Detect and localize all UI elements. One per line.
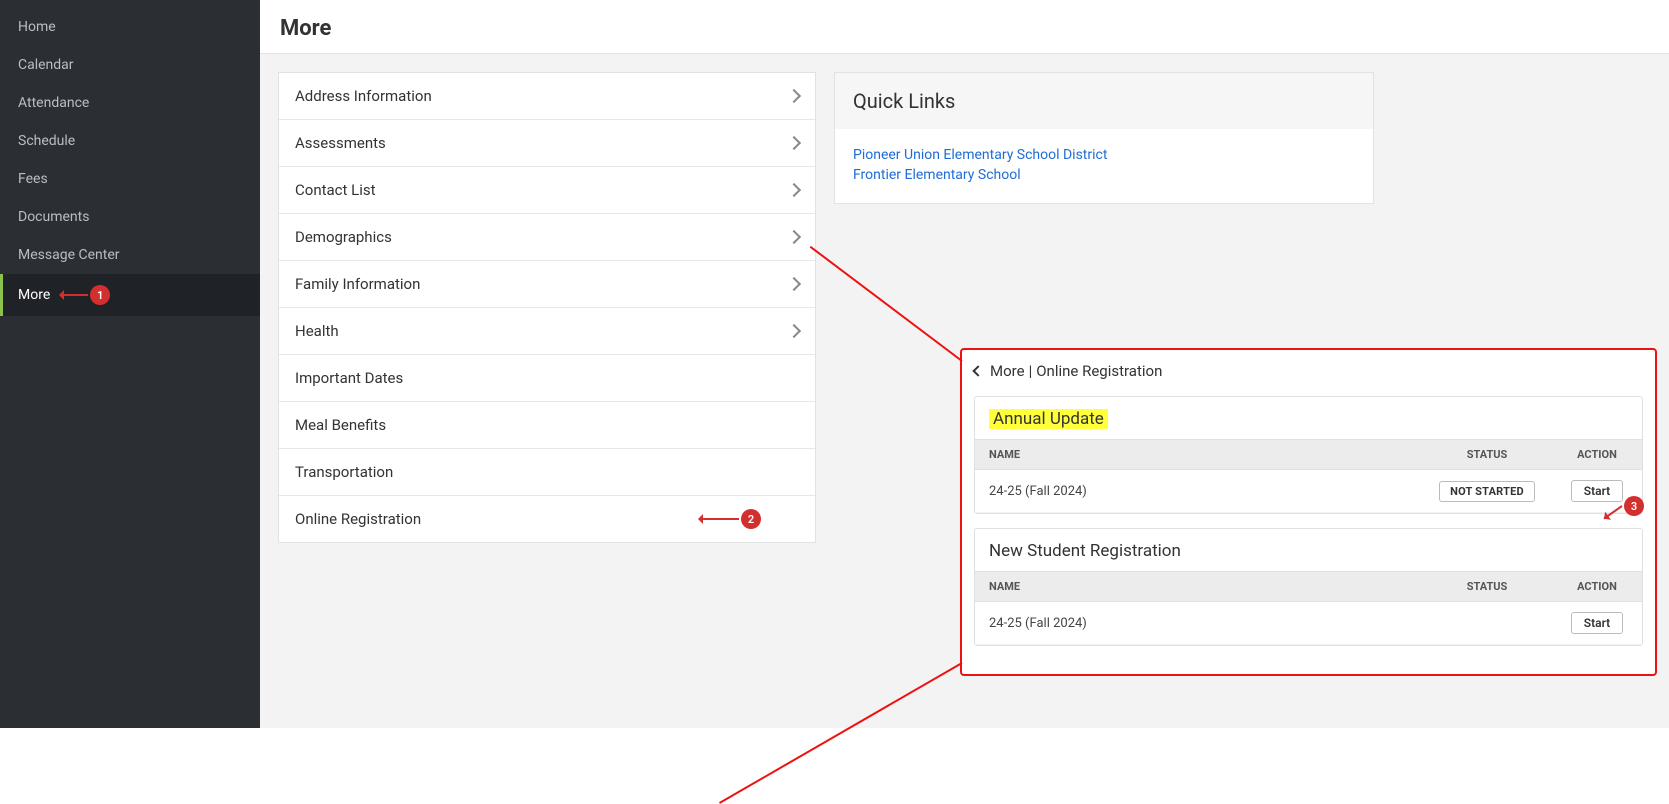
chevron-right-icon [787, 230, 801, 244]
sidebar-item-label: Message Center [18, 247, 120, 263]
more-item-label: Assessments [295, 134, 386, 152]
more-item-label: Address Information [295, 87, 432, 105]
sidebar-item-label: Home [18, 19, 56, 35]
more-item-transportation[interactable]: Transportation [279, 449, 815, 496]
more-item-label: Transportation [295, 463, 393, 481]
start-button[interactable]: Start [1571, 612, 1623, 634]
column-header-action: ACTION [1552, 440, 1642, 470]
breadcrumb-separator: | [1029, 362, 1033, 380]
chevron-right-icon [787, 89, 801, 103]
more-item-demographics[interactable]: Demographics [279, 214, 815, 261]
chevron-left-icon[interactable] [972, 365, 983, 376]
sidebar-item-label: Documents [18, 209, 89, 225]
more-item-address-information[interactable]: Address Information [279, 73, 815, 120]
arrow-icon [1603, 505, 1622, 519]
more-item-important-dates[interactable]: Important Dates [279, 355, 815, 402]
quick-links-body: Pioneer Union Elementary School District… [835, 129, 1373, 203]
sidebar-item-label: Schedule [18, 133, 75, 149]
table-row: 24-25 (Fall 2024) Start [975, 602, 1642, 645]
sidebar-item-schedule[interactable]: Schedule [0, 122, 260, 160]
chevron-right-icon [787, 183, 801, 197]
sidebar-item-home[interactable]: Home [0, 8, 260, 46]
annotation-pointer-3: 3 [1600, 496, 1644, 516]
annual-update-section: Annual Update NAME STATUS ACTION 24-25 (… [974, 396, 1643, 514]
quick-links-title: Quick Links [835, 73, 1373, 129]
callout-connector-line [719, 662, 962, 804]
annotation-badge: 2 [741, 509, 761, 529]
content-area: Address Information Assessments Contact … [260, 54, 1669, 728]
callout-connector-line [810, 246, 963, 362]
sidebar: Home Calendar Attendance Schedule Fees D… [0, 0, 260, 728]
arrow-left-icon [699, 518, 739, 520]
sidebar-item-message-center[interactable]: Message Center [0, 236, 260, 274]
more-item-label: Family Information [295, 275, 420, 293]
quick-link-school[interactable]: Frontier Elementary School [853, 167, 1355, 183]
annotation-pointer-1: 1 [60, 285, 110, 305]
more-item-label: Important Dates [295, 369, 403, 387]
table-row: 24-25 (Fall 2024) NOT STARTED Start 3 [975, 470, 1642, 513]
more-item-label: Health [295, 322, 339, 340]
more-menu-card: Address Information Assessments Contact … [278, 72, 816, 543]
chevron-right-icon [787, 136, 801, 150]
online-registration-callout: More | Online Registration Annual Update… [960, 348, 1657, 676]
quick-links-card: Quick Links Pioneer Union Elementary Sch… [834, 72, 1374, 204]
sidebar-item-label: More [18, 287, 50, 303]
sidebar-item-calendar[interactable]: Calendar [0, 46, 260, 84]
section-title: Annual Update [975, 397, 1642, 439]
sidebar-item-more[interactable]: More 1 [0, 274, 260, 316]
cell-status [1422, 602, 1552, 645]
status-badge: NOT STARTED [1439, 481, 1535, 502]
cell-action: Start [1552, 602, 1642, 645]
more-item-label: Demographics [295, 228, 392, 246]
new-student-table: NAME STATUS ACTION 24-25 (Fall 2024) Sta… [975, 571, 1642, 645]
annual-update-table: NAME STATUS ACTION 24-25 (Fall 2024) NOT… [975, 439, 1642, 513]
main-content: More Address Information Assessments Con… [260, 0, 1669, 728]
column-header-action: ACTION [1552, 572, 1642, 602]
sidebar-item-attendance[interactable]: Attendance [0, 84, 260, 122]
cell-action: Start 3 [1552, 470, 1642, 513]
quick-link-district[interactable]: Pioneer Union Elementary School District [853, 147, 1355, 163]
annotation-badge: 1 [90, 285, 110, 305]
chevron-right-icon [787, 277, 801, 291]
column-header-status: STATUS [1422, 440, 1552, 470]
page-title: More [260, 0, 1669, 53]
highlighted-text: Annual Update [989, 409, 1108, 429]
column-header-name: NAME [975, 440, 1422, 470]
more-item-label: Online Registration [295, 510, 421, 528]
cell-name: 24-25 (Fall 2024) [975, 602, 1422, 645]
column-header-name: NAME [975, 572, 1422, 602]
sidebar-item-fees[interactable]: Fees [0, 160, 260, 198]
breadcrumb-parent[interactable]: More [990, 362, 1025, 380]
cell-status: NOT STARTED [1422, 470, 1552, 513]
more-item-assessments[interactable]: Assessments [279, 120, 815, 167]
sidebar-item-documents[interactable]: Documents [0, 198, 260, 236]
more-item-online-registration[interactable]: Online Registration 2 [279, 496, 815, 542]
more-item-meal-benefits[interactable]: Meal Benefits [279, 402, 815, 449]
annotation-pointer-2: 2 [699, 509, 761, 529]
column-header-status: STATUS [1422, 572, 1552, 602]
more-item-contact-list[interactable]: Contact List [279, 167, 815, 214]
arrow-left-icon [60, 294, 88, 296]
breadcrumb: More | Online Registration [972, 358, 1645, 388]
sidebar-item-label: Fees [18, 171, 48, 187]
chevron-right-icon [787, 324, 801, 338]
breadcrumb-current: Online Registration [1036, 362, 1162, 380]
more-item-label: Contact List [295, 181, 376, 199]
more-item-family-information[interactable]: Family Information [279, 261, 815, 308]
sidebar-item-label: Calendar [18, 57, 74, 73]
new-student-registration-section: New Student Registration NAME STATUS ACT… [974, 528, 1643, 646]
more-item-label: Meal Benefits [295, 416, 386, 434]
annotation-badge: 3 [1624, 496, 1644, 516]
sidebar-item-label: Attendance [18, 95, 89, 111]
section-title: New Student Registration [975, 529, 1642, 571]
cell-name: 24-25 (Fall 2024) [975, 470, 1422, 513]
more-item-health[interactable]: Health [279, 308, 815, 355]
